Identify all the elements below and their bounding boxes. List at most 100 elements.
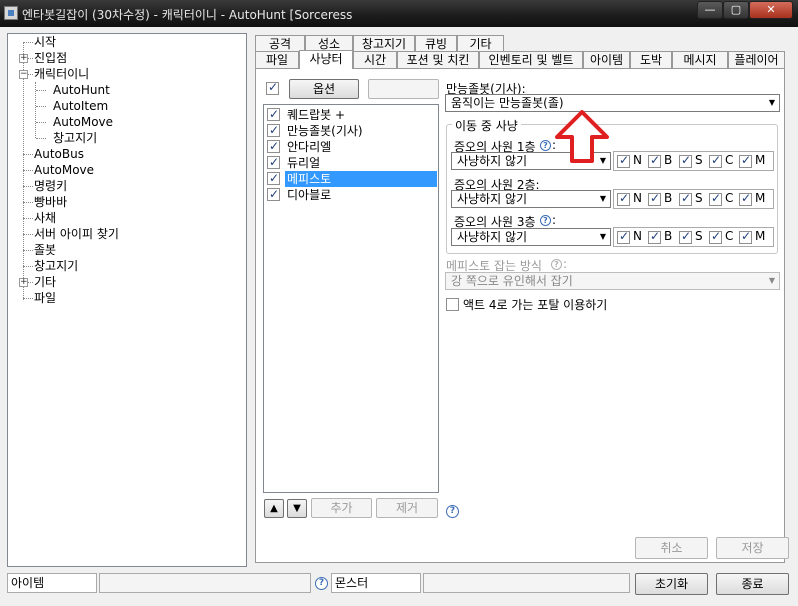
tree-item-loan[interactable]: 사채 bbox=[34, 210, 56, 226]
list-item-checkbox[interactable] bbox=[267, 154, 280, 170]
act4-portal-label: 액트 4로 가는 포탈 이용하기 bbox=[463, 298, 608, 312]
flag-label: S bbox=[695, 191, 703, 205]
reset-button[interactable]: 초기화 bbox=[635, 573, 708, 595]
list-item[interactable]: 퀘드랍봇 + bbox=[267, 106, 437, 123]
flag-label: C bbox=[725, 229, 734, 243]
remove-button[interactable]: 제거 bbox=[376, 498, 438, 518]
mephisto-method-dropdown[interactable]: 강 쪽으로 유인해서 잡기 ▼ bbox=[445, 272, 780, 290]
flag-checkbox-b[interactable] bbox=[648, 191, 661, 206]
tab-inventory-belt[interactable]: 인벤토리 및 벨트 bbox=[479, 51, 583, 69]
tab-player[interactable]: 플레이어 bbox=[728, 51, 785, 69]
list-item-checkbox[interactable] bbox=[267, 122, 280, 138]
tree-item-jolbot[interactable]: 졸봇 bbox=[34, 242, 56, 258]
expand-icon[interactable]: + bbox=[19, 54, 28, 63]
flag-checkbox-b[interactable] bbox=[648, 229, 661, 244]
flag-checkbox-m[interactable] bbox=[739, 229, 752, 244]
tab-hunting-grounds[interactable]: 사냥터 bbox=[299, 50, 353, 69]
tab-file[interactable]: 파일 bbox=[255, 51, 299, 69]
options-button[interactable]: 옵션 bbox=[289, 79, 359, 99]
acolyte-floor-2-dropdown[interactable]: 사냥하지 않기 ▼ bbox=[451, 190, 611, 208]
tree-item-entry[interactable]: 진입점 bbox=[34, 50, 67, 66]
list-item-checkbox[interactable] bbox=[267, 170, 280, 186]
chevron-down-icon: ▼ bbox=[768, 98, 775, 107]
app-icon bbox=[4, 6, 18, 20]
help-icon[interactable]: ? bbox=[540, 215, 551, 226]
acolyte-floor-3-dropdown[interactable]: 사냥하지 않기 ▼ bbox=[451, 228, 611, 246]
hunt-list[interactable]: 퀘드랍봇 + 만능졸봇(기사) 안다리엘 듀리얼 메피스토 디아블로 bbox=[263, 104, 439, 493]
flag-label: S bbox=[695, 153, 703, 167]
tab-potion-chicken[interactable]: 포션 및 치킨 bbox=[397, 51, 479, 69]
tab-items[interactable]: 아이템 bbox=[583, 51, 630, 69]
tree-item-misc[interactable]: 기타 bbox=[34, 274, 56, 290]
cancel-button[interactable]: 취소 bbox=[635, 537, 708, 559]
tree-item-autohunt[interactable]: AutoHunt bbox=[53, 82, 110, 98]
collapse-icon[interactable]: − bbox=[19, 70, 28, 79]
flag-checkbox-s[interactable] bbox=[679, 229, 692, 244]
flag-checkbox-n[interactable] bbox=[617, 153, 630, 168]
tree-item-automove[interactable]: AutoMove bbox=[53, 114, 113, 130]
flag-checkbox-m[interactable] bbox=[739, 191, 752, 206]
mode-dropdown-value: 움직이는 만능졸봇(졸) bbox=[451, 96, 564, 110]
minimize-button[interactable]: — bbox=[697, 1, 723, 19]
tree-item-autobus[interactable]: AutoBus bbox=[34, 146, 84, 162]
maximize-button[interactable]: ▢ bbox=[723, 1, 749, 19]
monster-flags-row-3: N B S C M bbox=[613, 227, 774, 247]
monster-status-value bbox=[423, 573, 630, 593]
flag-label: S bbox=[695, 229, 703, 243]
flag-label: C bbox=[725, 153, 734, 167]
list-item[interactable]: 듀리얼 bbox=[267, 154, 437, 171]
flag-checkbox-c[interactable] bbox=[709, 191, 722, 206]
flag-label: N bbox=[633, 229, 642, 243]
tab-time[interactable]: 시간 bbox=[353, 51, 397, 69]
list-item-label: 디아블로 bbox=[287, 188, 332, 202]
tree-item-character[interactable]: 캐릭터이니 bbox=[34, 66, 89, 82]
list-item[interactable]: 디아블로 bbox=[267, 186, 437, 203]
select-all-checkbox[interactable] bbox=[266, 80, 279, 95]
tree-item-automove-root[interactable]: AutoMove bbox=[34, 162, 94, 178]
add-button[interactable]: 추가 bbox=[311, 498, 372, 518]
tree-item-bbangbaba[interactable]: 빵바바 bbox=[34, 194, 67, 210]
flag-label: M bbox=[755, 229, 766, 243]
list-item-checkbox[interactable] bbox=[267, 106, 280, 122]
moving-hunt-label: 이동 중 사냥 bbox=[452, 117, 521, 134]
tree-item-autoitem[interactable]: AutoItem bbox=[53, 98, 108, 114]
flag-checkbox-n[interactable] bbox=[617, 229, 630, 244]
close-button[interactable]: 종료 bbox=[716, 573, 789, 595]
tab-messages[interactable]: 메시지 bbox=[672, 51, 728, 69]
move-up-button[interactable]: ▲ bbox=[264, 499, 284, 518]
tree-item-file[interactable]: 파일 bbox=[34, 290, 56, 306]
flag-checkbox-s[interactable] bbox=[679, 153, 692, 168]
list-item[interactable]: 안다리엘 bbox=[267, 138, 437, 155]
blank-button bbox=[368, 79, 439, 99]
navigation-tree[interactable]: + − + 시작 진입점 캐릭터이니 AutoHunt AutoItem Aut… bbox=[7, 33, 247, 567]
flag-checkbox-n[interactable] bbox=[617, 191, 630, 206]
chevron-down-icon: ▼ bbox=[599, 232, 606, 241]
flag-checkbox-s[interactable] bbox=[679, 191, 692, 206]
tab-gamble[interactable]: 도박 bbox=[630, 51, 672, 69]
help-icon[interactable]: ? bbox=[446, 505, 459, 518]
monster-flags-row-1: N B S C M bbox=[613, 151, 774, 171]
help-icon[interactable]: ? bbox=[315, 577, 328, 590]
list-item-checkbox[interactable] bbox=[267, 186, 280, 202]
tree-item-hotkeys[interactable]: 명령키 bbox=[34, 178, 67, 194]
flag-checkbox-b[interactable] bbox=[648, 153, 661, 168]
expand-icon[interactable]: + bbox=[19, 278, 28, 287]
window-title: 엔타봇길잡이 (30차수정) - 캐릭터이니 - AutoHunt [Sorce… bbox=[22, 8, 352, 22]
tree-item-server-ip[interactable]: 서버 아이피 찾기 bbox=[34, 226, 119, 242]
flag-checkbox-c[interactable] bbox=[709, 153, 722, 168]
tree-item-start[interactable]: 시작 bbox=[34, 34, 56, 50]
save-button[interactable]: 저장 bbox=[716, 537, 789, 559]
move-down-button[interactable]: ▼ bbox=[287, 499, 307, 518]
tree-item-stash[interactable]: 창고지기 bbox=[53, 130, 97, 146]
help-icon[interactable]: ? bbox=[540, 140, 551, 151]
tree-item-stash-root[interactable]: 창고지기 bbox=[34, 258, 78, 274]
flag-checkbox-m[interactable] bbox=[739, 153, 752, 168]
list-item-checkbox[interactable] bbox=[267, 138, 280, 154]
mode-dropdown[interactable]: 움직이는 만능졸봇(졸) ▼ bbox=[445, 94, 780, 112]
act4-portal-checkbox[interactable] bbox=[446, 298, 459, 311]
flag-checkbox-c[interactable] bbox=[709, 229, 722, 244]
list-item[interactable]: 만능졸봇(기사) bbox=[267, 122, 437, 139]
item-status-field: 아이템 bbox=[7, 573, 97, 593]
close-window-button[interactable]: ✕ bbox=[749, 1, 793, 19]
list-item-selected[interactable]: 메피스토 bbox=[267, 170, 437, 187]
